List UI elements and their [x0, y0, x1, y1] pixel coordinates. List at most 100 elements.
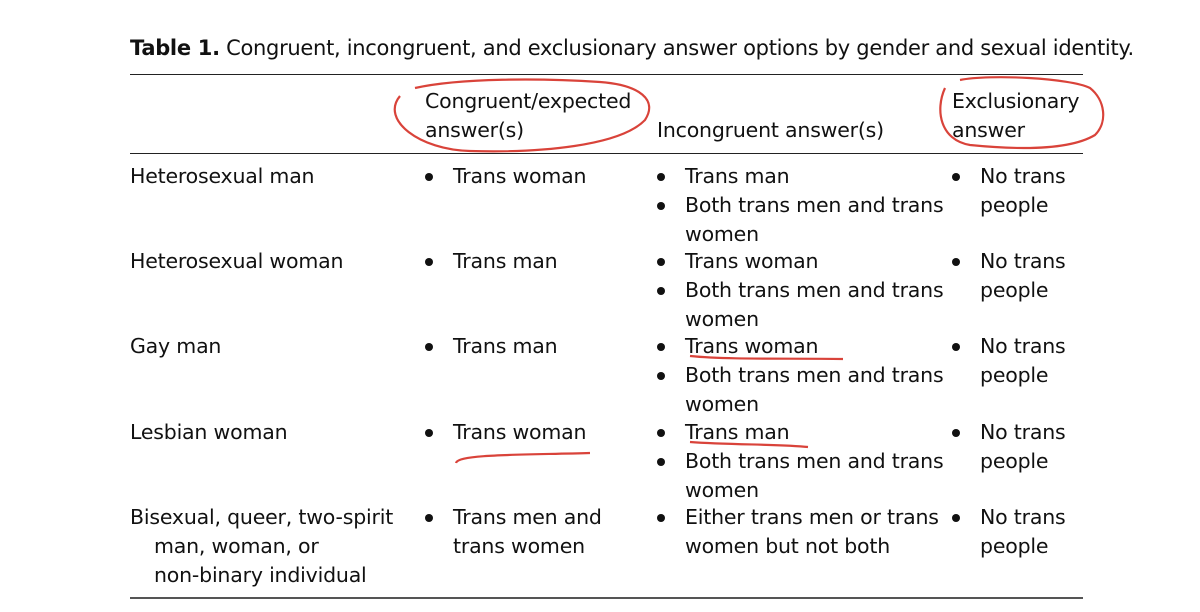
- exclusionary-cell: No trans people: [952, 503, 1066, 561]
- header-congruent: Congruent/expected answer(s): [425, 87, 631, 145]
- bullet-icon: [952, 343, 960, 351]
- identity-line: Heterosexual man: [130, 164, 315, 188]
- bullet-text: No trans: [980, 420, 1066, 444]
- bottom-rule: [130, 597, 1083, 599]
- bullet-text: No trans: [980, 334, 1066, 358]
- bullet-text: women but not both: [685, 534, 891, 558]
- bullet-text: women: [685, 478, 759, 502]
- bullet-icon: [425, 514, 433, 522]
- identity-line: Bisexual, queer, two-spirit: [130, 505, 394, 529]
- bullet-item: Both trans men and trans women: [657, 361, 944, 419]
- bullet-icon: [952, 173, 960, 181]
- caption-text: Congruent, incongruent, and exclusionary…: [219, 36, 1134, 60]
- exclusionary-cell: No trans people: [952, 162, 1066, 220]
- exclusionary-cell: No trans people: [952, 418, 1066, 476]
- bullet-text: Trans woman: [453, 420, 587, 444]
- identity-line: non-binary individual: [154, 563, 367, 587]
- bullet-item: No trans people: [952, 418, 1066, 476]
- bullet-text: Trans man: [685, 164, 790, 188]
- bullet-text: women: [685, 222, 759, 246]
- exclusionary-cell: No trans people: [952, 247, 1066, 305]
- bullet-text: Both trans men and trans: [685, 193, 944, 217]
- bullet-item: No trans people: [952, 332, 1066, 390]
- bullet-icon: [425, 258, 433, 266]
- header-exclusionary-line1: Exclusionary: [952, 89, 1080, 113]
- bullet-text: people: [980, 193, 1049, 217]
- header-incongruent: Incongruent answer(s): [657, 118, 884, 142]
- underline-annotation-lesbian-trans-woman: [454, 451, 591, 464]
- congruent-cell: Trans man: [425, 332, 558, 361]
- incongruent-cell: Trans woman Both trans men and trans women: [657, 247, 944, 334]
- incongruent-cell: Trans woman Both trans men and trans women: [657, 332, 944, 419]
- table-label: Table 1.: [130, 36, 220, 60]
- bullet-text: No trans: [980, 249, 1066, 273]
- header-exclusionary-line2: answer: [952, 118, 1025, 142]
- bullet-icon: [952, 429, 960, 437]
- bullet-item: Trans man: [657, 162, 943, 191]
- exclusionary-cell: No trans people: [952, 332, 1066, 390]
- bullet-text: Trans man: [685, 420, 790, 444]
- bullet-icon: [425, 429, 433, 437]
- identity-cell: Heterosexual man: [130, 162, 315, 191]
- bullet-icon: [657, 429, 665, 437]
- bullet-icon: [657, 458, 665, 466]
- bullet-text: Both trans men and trans: [685, 449, 944, 473]
- bullet-text: people: [980, 449, 1049, 473]
- bullet-text: people: [980, 534, 1049, 558]
- incongruent-cell: Trans man Both trans men and trans women: [657, 418, 944, 505]
- header-rule: [130, 153, 1083, 154]
- bullet-item: Trans woman: [425, 418, 587, 447]
- header-exclusionary: Exclusionary answer: [952, 87, 1080, 145]
- identity-line: Heterosexual woman: [130, 249, 344, 273]
- identity-line: Lesbian woman: [130, 420, 288, 444]
- bullet-icon: [425, 173, 433, 181]
- bullet-item: Trans men and trans women: [425, 503, 602, 561]
- bullet-item: Both trans men and trans women: [657, 191, 944, 249]
- bullet-icon: [425, 343, 433, 351]
- congruent-cell: Trans men and trans women: [425, 503, 602, 561]
- bullet-text: Either trans men or trans: [685, 505, 939, 529]
- bullet-icon: [657, 258, 665, 266]
- bullet-icon: [657, 514, 665, 522]
- incongruent-cell: Either trans men or trans women but not b…: [657, 503, 939, 561]
- incongruent-cell: Trans man Both trans men and trans women: [657, 162, 944, 249]
- header-congruent-line2: answer(s): [425, 118, 524, 142]
- congruent-cell: Trans man: [425, 247, 558, 276]
- congruent-cell: Trans woman: [425, 162, 587, 191]
- congruent-cell: Trans woman: [425, 418, 587, 447]
- bullet-icon: [657, 202, 665, 210]
- bullet-icon: [657, 287, 665, 295]
- bullet-text: Trans man: [453, 334, 558, 358]
- bullet-item: Trans man: [425, 247, 558, 276]
- bullet-text: Both trans men and trans: [685, 363, 944, 387]
- bullet-item: Both trans men and trans women: [657, 276, 944, 334]
- bullet-text: people: [980, 363, 1049, 387]
- bullet-item: Trans man: [657, 418, 943, 447]
- bullet-text: people: [980, 278, 1049, 302]
- bullet-item: Trans man: [425, 332, 558, 361]
- bullet-icon: [952, 514, 960, 522]
- bullet-text: women: [685, 392, 759, 416]
- bullet-text: trans women: [453, 534, 585, 558]
- bullet-icon: [657, 173, 665, 181]
- bullet-item: Both trans men and trans women: [657, 447, 944, 505]
- bullet-icon: [657, 343, 665, 351]
- bullet-text: Trans woman: [685, 249, 819, 273]
- bullet-item: No trans people: [952, 162, 1066, 220]
- identity-cell: Heterosexual woman: [130, 247, 343, 276]
- identity-cell: Lesbian woman: [130, 418, 288, 447]
- bullet-text: No trans: [980, 164, 1066, 188]
- identity-line: man, woman, or: [154, 534, 319, 558]
- bullet-item: Trans woman: [657, 247, 943, 276]
- bullet-text: Trans woman: [685, 334, 819, 358]
- bullet-text: Trans woman: [453, 164, 587, 188]
- bullet-text: women: [685, 307, 759, 331]
- bullet-text: Trans man: [453, 249, 558, 273]
- top-rule: [130, 74, 1083, 75]
- identity-cell: Gay man: [130, 332, 221, 361]
- bullet-item: No trans people: [952, 247, 1066, 305]
- identity-cell: Bisexual, queer, two-spirit man, woman, o…: [130, 503, 393, 590]
- bullet-icon: [952, 258, 960, 266]
- bullet-icon: [657, 372, 665, 380]
- bullet-text: Trans men and: [453, 505, 602, 529]
